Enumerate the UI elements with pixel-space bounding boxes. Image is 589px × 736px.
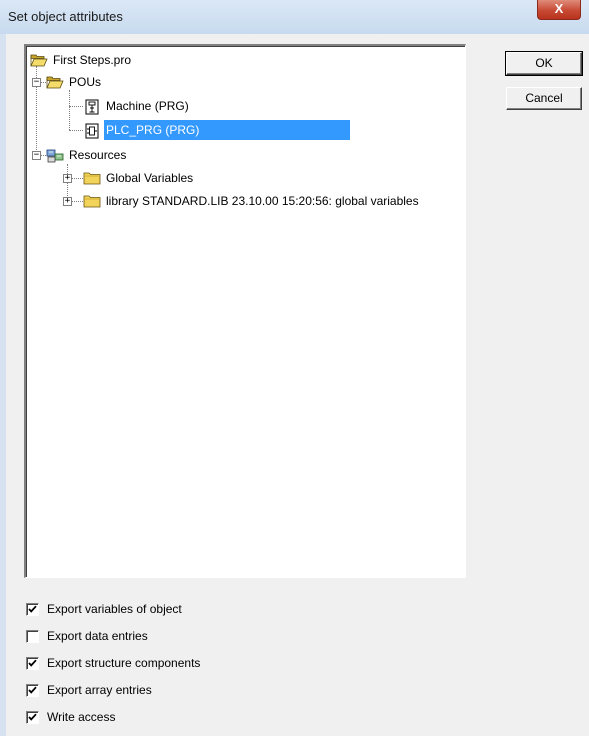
tree-item-label: library STANDARD.LIB 23.10.00 15:20:56: … <box>106 194 419 208</box>
close-button[interactable]: X <box>537 0 581 20</box>
cancel-button[interactable]: Cancel <box>506 87 582 110</box>
toggle-glyph: + <box>64 173 71 183</box>
write-access-option[interactable]: Write access <box>26 708 115 726</box>
export-structure-components-checkbox[interactable] <box>26 656 39 670</box>
export-structure-components-option[interactable]: Export structure components <box>26 654 200 672</box>
tree-item-label: POUs <box>69 75 102 89</box>
checkbox-label: Write access <box>47 710 116 724</box>
tree-item-pous[interactable]: POUs <box>46 72 103 92</box>
export-data-entries-checkbox[interactable] <box>26 629 39 643</box>
write-access-checkbox[interactable] <box>26 710 39 724</box>
fbd-program-icon <box>83 123 101 139</box>
tree-item-resources[interactable]: Resources <box>46 145 128 165</box>
collapse-icon[interactable]: − <box>32 151 41 160</box>
checkbox-label: Export structure components <box>47 656 201 670</box>
toggle-glyph: + <box>64 196 71 206</box>
folder-icon <box>83 171 101 185</box>
tree-item-label-selected: PLC_PRG (PRG) <box>104 120 350 140</box>
export-array-entries-option[interactable]: Export array entries <box>26 681 152 699</box>
checkbox-label: Export data entries <box>47 629 148 643</box>
export-array-entries-checkbox[interactable] <box>26 683 39 697</box>
tree-item-label: First Steps.pro <box>53 53 132 67</box>
tree-item-label: Machine (PRG) <box>106 99 189 113</box>
toggle-glyph: − <box>33 77 40 87</box>
tree-item-label: Global Variables <box>106 171 194 185</box>
sfc-program-icon <box>83 99 101 115</box>
toggle-glyph: − <box>33 150 40 160</box>
close-icon: X <box>554 1 564 16</box>
ok-button[interactable]: OK <box>505 51 583 76</box>
export-variables-checkbox[interactable] <box>26 602 39 616</box>
tree-item-plc-prg[interactable]: PLC_PRG (PRG) <box>83 120 350 140</box>
expand-icon[interactable]: + <box>63 197 72 206</box>
checkbox-label: Export array entries <box>47 683 152 697</box>
resources-icon <box>46 148 64 163</box>
tree-item-root[interactable]: First Steps.pro <box>30 50 133 70</box>
title-bar: Set object attributes X <box>0 0 589 34</box>
expand-icon[interactable]: + <box>63 174 72 183</box>
object-tree[interactable]: First Steps.pro − POUs Machine (PRG) PLC… <box>24 44 466 578</box>
folder-icon <box>83 194 101 208</box>
export-variables-option[interactable]: Export variables of object <box>26 600 182 618</box>
tree-item-global-variables[interactable]: Global Variables <box>83 168 195 188</box>
tree-item-machine[interactable]: Machine (PRG) <box>83 96 191 116</box>
collapse-icon[interactable]: − <box>32 78 41 87</box>
checkbox-label: Export variables of object <box>47 602 182 616</box>
tree-item-label: Resources <box>69 148 127 162</box>
tree-item-library[interactable]: library STANDARD.LIB 23.10.00 15:20:56: … <box>83 191 421 211</box>
export-data-entries-option[interactable]: Export data entries <box>26 627 148 645</box>
open-folder-icon <box>46 75 64 89</box>
window-title: Set object attributes <box>8 9 123 24</box>
open-folder-icon <box>30 53 48 67</box>
